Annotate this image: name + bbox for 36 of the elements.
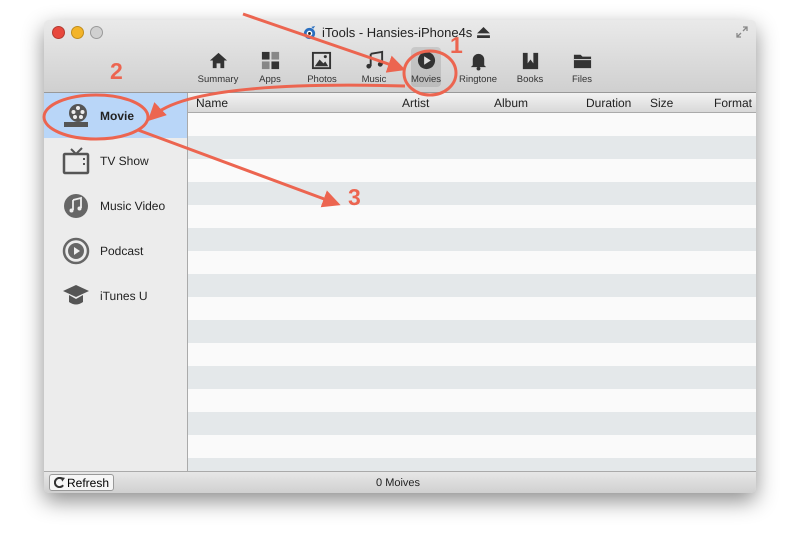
toolbar-button[interactable]: Apps	[259, 47, 281, 87]
annotation-number: 2	[110, 60, 123, 83]
column-header[interactable]: Name	[188, 96, 394, 110]
toolbar-button[interactable]: Books	[516, 47, 544, 87]
app-logo-icon	[302, 24, 317, 40]
refresh-button[interactable]: Refresh	[49, 474, 114, 491]
close-button[interactable]	[52, 26, 65, 38]
minimize-button[interactable]	[71, 26, 84, 38]
column-header[interactable]: Duration	[578, 96, 642, 110]
column-header[interactable]: Album	[486, 96, 578, 110]
column-header[interactable]: Format	[706, 96, 756, 110]
sidebar-item[interactable]: Music Video	[44, 183, 187, 228]
status-text: 0 Moives	[376, 476, 420, 488]
play-icon	[416, 50, 436, 70]
tv-icon	[62, 146, 90, 174]
picture-icon	[311, 50, 332, 70]
music-note-icon	[62, 192, 90, 220]
music-note-icon	[364, 50, 384, 70]
eject-icon[interactable]	[477, 26, 490, 38]
toolbar-button[interactable]: Music	[362, 47, 386, 87]
column-header[interactable]: Artist	[394, 96, 486, 110]
sidebar-item[interactable]: TV Show	[44, 138, 187, 183]
film-reel-icon	[62, 102, 90, 130]
refresh-icon	[54, 477, 65, 488]
annotation-number: 3	[348, 186, 361, 209]
toolbar-button[interactable]: Files	[572, 47, 592, 87]
toolbar-button[interactable]: Summary	[198, 47, 238, 87]
zoom-button[interactable]	[90, 26, 103, 38]
sidebar-item[interactable]: iTunes U	[44, 273, 187, 318]
play-circle-icon	[62, 236, 90, 264]
sidebar-item[interactable]: Podcast	[44, 228, 187, 273]
column-header[interactable]: Size	[642, 96, 706, 110]
toolbar-button[interactable]: Photos	[307, 47, 337, 87]
toolbar-button[interactable]: Movies	[410, 47, 442, 87]
fullscreen-icon[interactable]	[736, 26, 748, 38]
grid-icon	[260, 50, 280, 70]
